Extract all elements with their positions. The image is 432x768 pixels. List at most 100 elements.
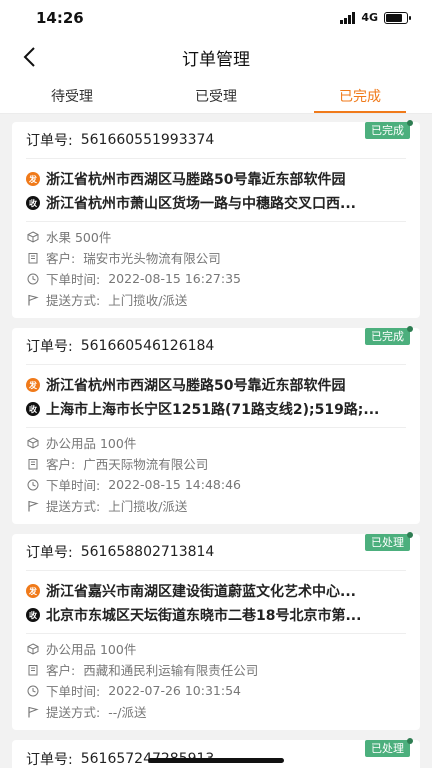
package-icon	[26, 436, 40, 449]
flag-icon	[26, 294, 40, 306]
delivery-method: --/派送	[108, 705, 147, 720]
customer-label: 客户:	[46, 457, 76, 472]
delivery-method-row: 提送方式: 上门揽收/派送	[26, 495, 406, 516]
customer-label: 客户:	[46, 251, 76, 266]
clock-icon	[26, 479, 40, 491]
receiver-marker-icon: 收	[26, 196, 40, 210]
sender-address: 浙江省嘉兴市南湖区建设街道蔚蓝文化艺术中心...	[46, 584, 356, 600]
order-number-row: 订单号: 561658802713814	[26, 534, 406, 571]
status-indicators: 4G	[340, 11, 411, 24]
address-block: 发 浙江省杭州市西湖区马塍路50号靠近东部软件园 收 上海市上海市长宁区1251…	[26, 365, 406, 421]
order-number-row: 订单号: 561660551993374	[26, 122, 406, 159]
tab-label: 已受理	[195, 88, 237, 105]
order-number-row: 订单号: 561657247285913	[26, 740, 406, 768]
goods-row: 办公用品 100件	[26, 432, 406, 453]
battery-icon	[384, 11, 411, 24]
status-badge: 已处理	[365, 738, 413, 757]
goods-info: 办公用品 100件	[46, 642, 137, 657]
status-bar: 14:26 4G	[0, 0, 432, 36]
receiver-address-row: 收 上海市上海市长宁区1251路(71路支线2);519路;...	[26, 397, 406, 421]
address-block: 发 浙江省嘉兴市南湖区建设街道蔚蓝文化艺术中心... 收 北京市东城区天坛街道东…	[26, 571, 406, 627]
package-icon	[26, 642, 40, 655]
receiver-address-row: 收 浙江省杭州市萧山区货场一路与中穗路交叉口西...	[26, 191, 406, 215]
sender-address: 浙江省杭州市西湖区马塍路50号靠近东部软件园	[46, 172, 346, 188]
order-number: 561660546126184	[80, 338, 215, 354]
order-number: 561660551993374	[80, 132, 215, 148]
order-number-label: 订单号:	[26, 339, 73, 355]
chevron-left-icon	[23, 47, 35, 67]
receiver-address: 上海市上海市长宁区1251路(71路支线2);519路;...	[46, 402, 380, 418]
sender-address-row: 发 浙江省杭州市西湖区马塍路50号靠近东部软件园	[26, 373, 406, 397]
delivery-method: 上门揽收/派送	[108, 499, 188, 514]
status-badge: 已完成	[365, 120, 413, 139]
order-time: 2022-07-26 10:31:54	[108, 683, 241, 698]
order-list: 已完成 订单号: 561660551993374 发 浙江省杭州市西湖区马塍路5…	[0, 114, 432, 768]
sender-marker-icon: 发	[26, 378, 40, 392]
sender-address-row: 发 浙江省嘉兴市南湖区建设街道蔚蓝文化艺术中心...	[26, 579, 406, 603]
package-icon	[26, 230, 40, 243]
sender-address: 浙江省杭州市西湖区马塍路50号靠近东部软件园	[46, 378, 346, 394]
flag-icon	[26, 500, 40, 512]
order-time-row: 下单时间: 2022-08-15 16:27:35	[26, 268, 406, 289]
nav-bar: 订单管理	[0, 36, 432, 78]
divider	[26, 427, 406, 428]
order-card[interactable]: 已处理 订单号: 561658802713814 发 浙江省嘉兴市南湖区建设街道…	[12, 532, 420, 730]
receiver-address: 浙江省杭州市萧山区货场一路与中穗路交叉口西...	[46, 196, 356, 212]
goods-row: 水果 500件	[26, 226, 406, 247]
order-time: 2022-08-15 14:48:46	[108, 477, 241, 492]
building-icon	[26, 664, 40, 676]
order-card[interactable]: 已完成 订单号: 561660551993374 发 浙江省杭州市西湖区马塍路5…	[12, 120, 420, 318]
flag-icon	[26, 706, 40, 718]
customer-name: 西藏和通民利运输有限责任公司	[83, 663, 259, 678]
delivery-method-row: 提送方式: 上门揽收/派送	[26, 289, 406, 310]
delivery-method-row: 提送方式: --/派送	[26, 701, 406, 722]
back-button[interactable]	[14, 42, 44, 72]
goods-info: 水果 500件	[46, 230, 112, 245]
sender-marker-icon: 发	[26, 584, 40, 598]
tab-label: 待受理	[51, 88, 93, 105]
home-indicator[interactable]	[148, 758, 284, 763]
order-number-label: 订单号:	[26, 133, 73, 149]
order-info: 办公用品 100件 客户: 西藏和通民利运输有限责任公司 下单时间: 2022-…	[26, 638, 406, 730]
tab-accepted[interactable]: 已受理	[144, 78, 288, 113]
tab-completed[interactable]: 已完成	[288, 78, 432, 113]
tab-bar: 待受理 已受理 已完成	[0, 78, 432, 114]
network-type: 4G	[361, 11, 378, 24]
battery-fill	[386, 13, 402, 22]
building-icon	[26, 252, 40, 264]
status-time: 14:26	[36, 9, 84, 27]
clock-icon	[26, 273, 40, 285]
order-card[interactable]: 已处理 订单号: 561657247285913	[12, 738, 420, 768]
clock-icon	[26, 685, 40, 697]
delivery-method-label: 提送方式:	[46, 293, 101, 308]
building-icon	[26, 458, 40, 470]
divider	[26, 221, 406, 222]
tab-label: 已完成	[339, 88, 381, 105]
customer-name: 瑞安市光头物流有限公司	[83, 251, 221, 266]
order-number: 561658802713814	[80, 544, 215, 560]
order-time-label: 下单时间:	[46, 272, 101, 287]
order-time-label: 下单时间:	[46, 684, 101, 699]
divider	[26, 633, 406, 634]
customer-row: 客户: 广西天际物流有限公司	[26, 453, 406, 474]
status-badge: 已处理	[365, 532, 413, 551]
tab-pending[interactable]: 待受理	[0, 78, 144, 113]
goods-info: 办公用品 100件	[46, 436, 137, 451]
order-time-row: 下单时间: 2022-08-15 14:48:46	[26, 474, 406, 495]
customer-row: 客户: 瑞安市光头物流有限公司	[26, 247, 406, 268]
customer-label: 客户:	[46, 663, 76, 678]
delivery-method-label: 提送方式:	[46, 705, 101, 720]
order-time: 2022-08-15 16:27:35	[108, 271, 241, 286]
receiver-marker-icon: 收	[26, 402, 40, 416]
signal-icon	[340, 11, 356, 24]
order-card[interactable]: 已完成 订单号: 561660546126184 发 浙江省杭州市西湖区马塍路5…	[12, 326, 420, 524]
order-number-label: 订单号:	[26, 751, 73, 768]
receiver-address: 北京市东城区天坛街道东晓市二巷18号北京市第...	[46, 608, 362, 624]
customer-row: 客户: 西藏和通民利运输有限责任公司	[26, 659, 406, 680]
customer-name: 广西天际物流有限公司	[83, 457, 209, 472]
receiver-address-row: 收 北京市东城区天坛街道东晓市二巷18号北京市第...	[26, 603, 406, 627]
delivery-method-label: 提送方式:	[46, 499, 101, 514]
delivery-method: 上门揽收/派送	[108, 293, 188, 308]
goods-row: 办公用品 100件	[26, 638, 406, 659]
page-title: 订单管理	[182, 49, 250, 70]
